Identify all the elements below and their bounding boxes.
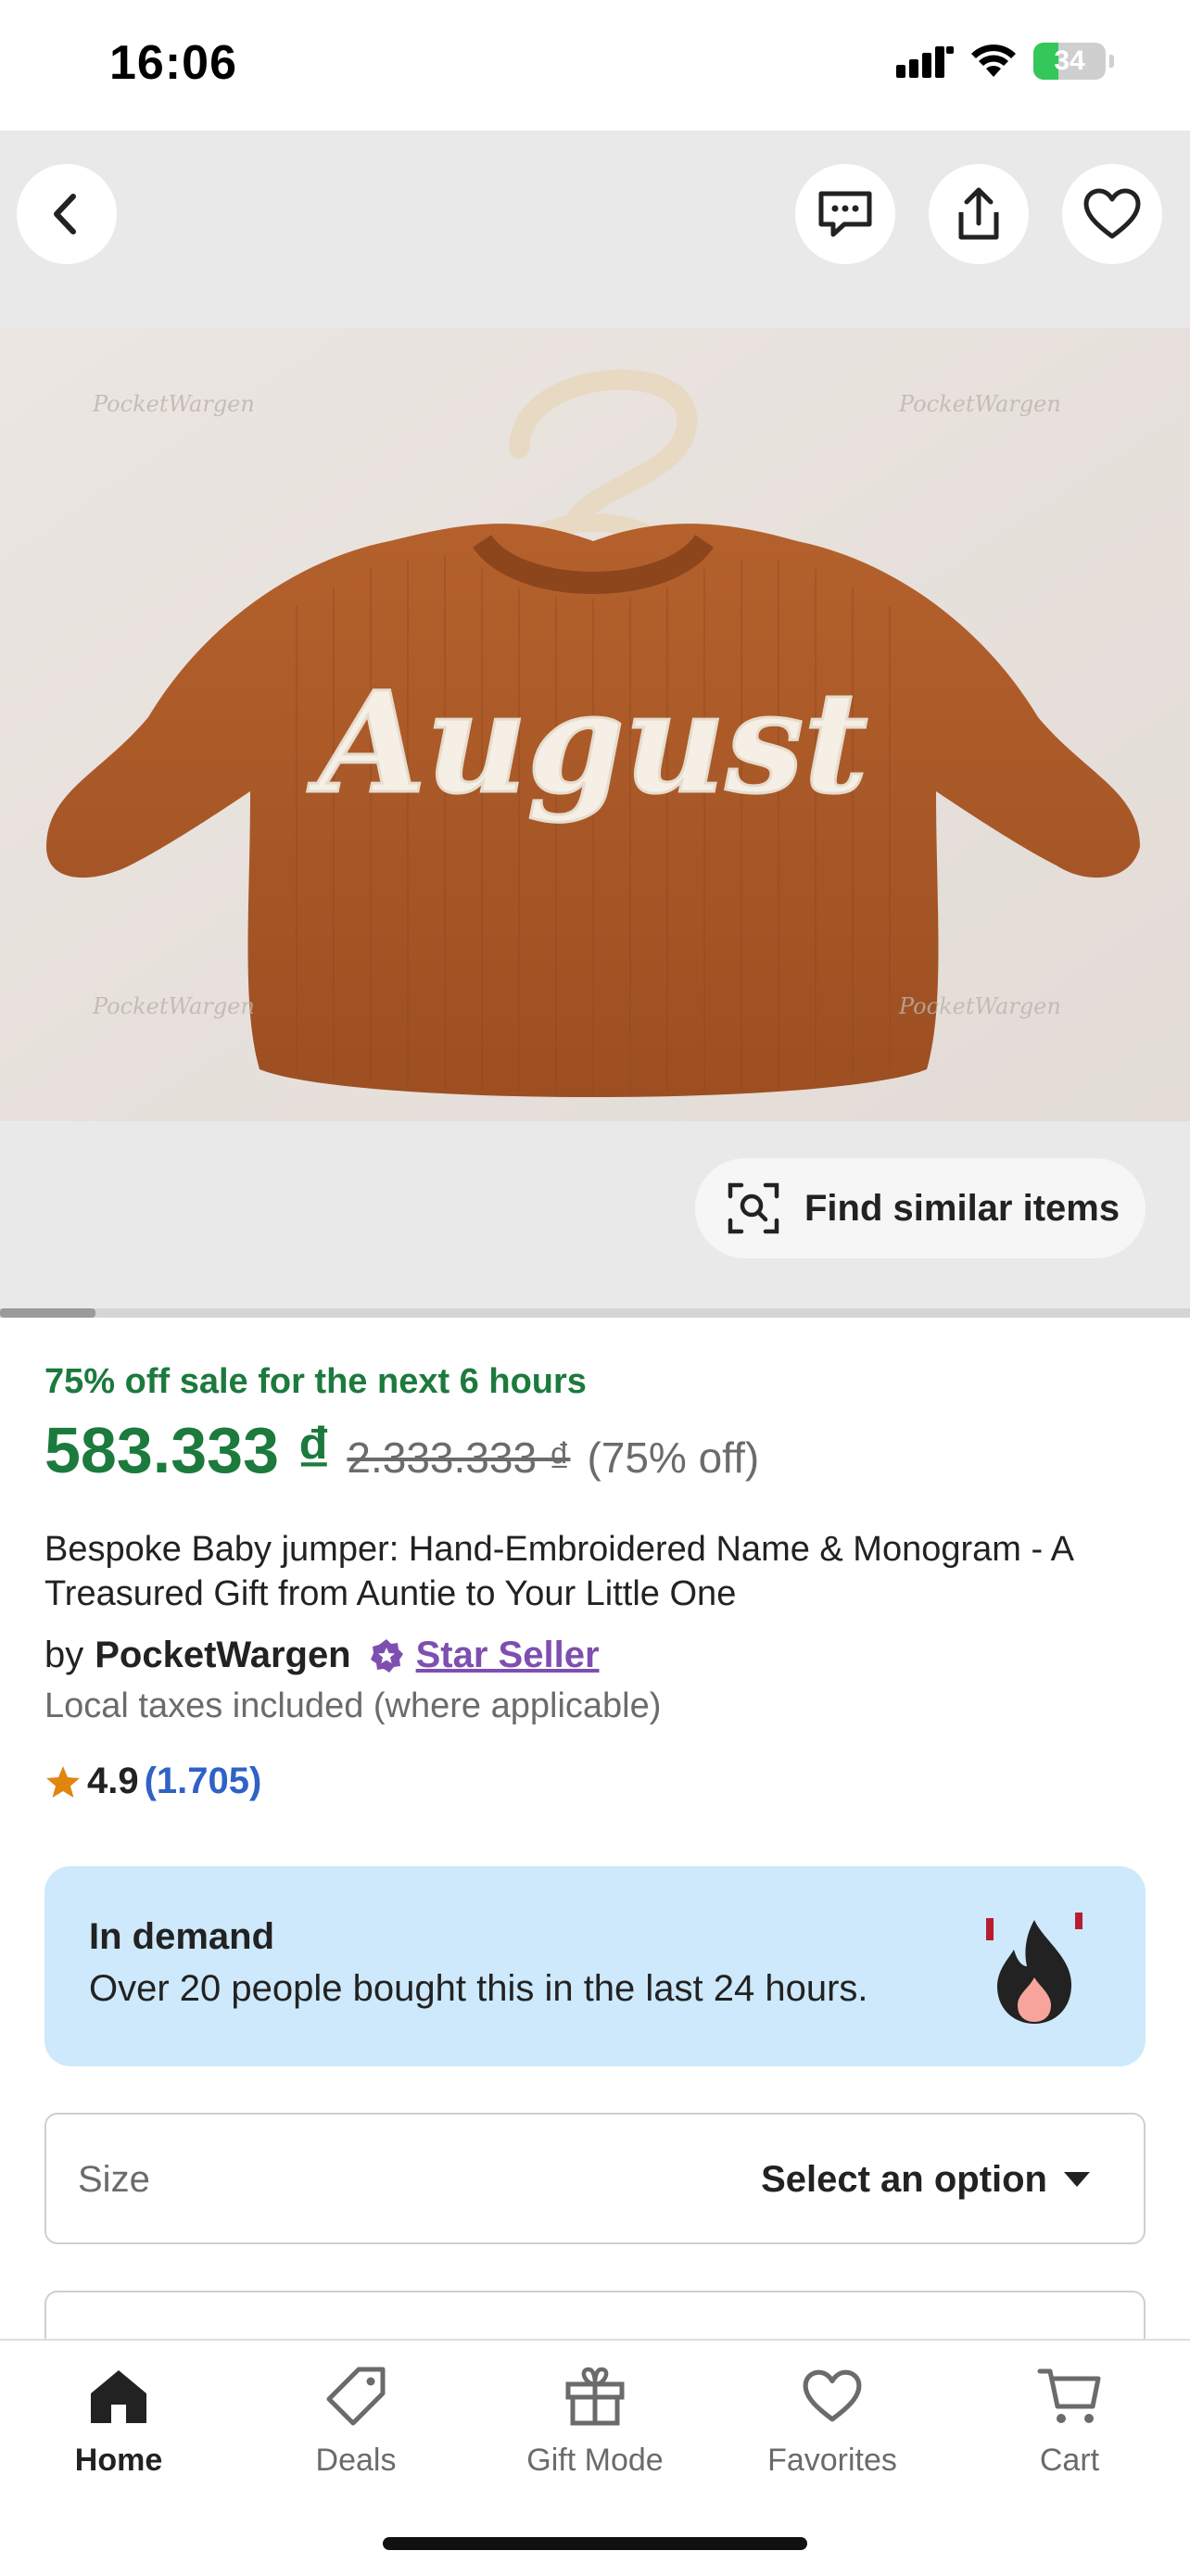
cart-icon (1037, 2368, 1101, 2423)
heart-icon (1083, 188, 1141, 239)
tag-icon (326, 2367, 386, 2426)
tab-cart[interactable]: Cart (968, 2359, 1171, 2479)
size-label: Size (78, 2159, 150, 2200)
home-indicator (383, 2537, 807, 2550)
star-seller-link[interactable]: Star Seller (416, 1635, 600, 1676)
battery-tip (1109, 55, 1114, 68)
watermark: PocketWargen (898, 391, 1061, 417)
sale-price: 583.333 ₫ (44, 1414, 331, 1486)
status-icons: 34 (896, 43, 1114, 80)
status-time: 16:06 (109, 36, 237, 90)
tab-home[interactable]: Home (17, 2359, 221, 2479)
in-demand-banner: In demand Over 20 people bought this in … (44, 1866, 1146, 2066)
rating-count[interactable]: (1.705) (145, 1761, 262, 1802)
tab-gift-mode-label: Gift Mode (526, 2443, 664, 2478)
seller-prefix: by (44, 1635, 84, 1675)
fire-icon (986, 1913, 1082, 2024)
find-similar-button[interactable]: Find similar items (695, 1158, 1146, 1258)
heart-icon (803, 2369, 862, 2422)
star-icon (46, 1765, 80, 1798)
size-select[interactable]: Size Select an option (44, 2113, 1146, 2244)
price-row: 583.333 ₫ 2.333.333 ₫ (75% off) (44, 1413, 759, 1487)
product-photo[interactable]: August PocketWargen PocketWargen PocketW… (0, 328, 1190, 1121)
image-progress-indicator (0, 1308, 95, 1318)
photo-embroidery: August (307, 662, 867, 825)
chevron-left-icon (54, 194, 76, 234)
back-button[interactable] (17, 164, 117, 264)
caret-down-icon (1064, 2172, 1090, 2187)
watermark: PocketWargen (898, 993, 1061, 1019)
share-button[interactable] (929, 164, 1029, 264)
tab-favorites[interactable]: Favorites (730, 2359, 934, 2479)
visual-search-icon (728, 1182, 779, 1234)
tab-gift-mode[interactable]: Gift Mode (493, 2359, 697, 2479)
message-seller-button[interactable] (795, 164, 895, 264)
wifi-icon (971, 44, 1016, 77)
original-price: 2.333.333 ₫ (347, 1433, 571, 1482)
size-select-value: Select an option (761, 2159, 1047, 2200)
taxes-note: Local taxes included (where applicable) (44, 1686, 662, 1725)
watermark: PocketWargen (92, 993, 255, 1019)
tab-favorites-label: Favorites (767, 2443, 897, 2478)
find-similar-label: Find similar items (804, 1187, 1120, 1229)
cellular-signal-icon (896, 46, 954, 78)
sale-note: 75% off sale for the next 6 hours (44, 1362, 587, 1401)
seller-name[interactable]: PocketWargen (95, 1635, 350, 1676)
battery-percent: 34 (1054, 45, 1085, 76)
rating-row[interactable]: 4.9 (1.705) (44, 1761, 261, 1802)
share-icon (958, 187, 999, 240)
tab-cart-label: Cart (1039, 2443, 1100, 2478)
tab-deals[interactable]: Deals (254, 2359, 458, 2479)
image-progress-track (0, 1308, 1190, 1318)
discount-label: (75% off) (587, 1433, 760, 1482)
rating-value: 4.9 (87, 1761, 139, 1801)
seller-row: by PocketWargen Star Seller (44, 1635, 600, 1676)
listing-title: Bespoke Baby jumper: Hand-Embroidered Na… (44, 1530, 1072, 1613)
tab-home-label: Home (74, 2443, 163, 2478)
message-icon (818, 191, 872, 237)
favorite-button[interactable] (1062, 164, 1162, 264)
star-seller-badge-icon (370, 1638, 403, 1673)
tab-deals-label: Deals (315, 2443, 397, 2478)
gift-icon (565, 2367, 625, 2426)
in-demand-title: In demand (89, 1916, 275, 1957)
watermark: PocketWargen (92, 391, 255, 417)
in-demand-text: Over 20 people bought this in the last 2… (89, 1968, 868, 2009)
home-icon (91, 2370, 146, 2423)
battery-icon: 34 (1033, 43, 1106, 80)
